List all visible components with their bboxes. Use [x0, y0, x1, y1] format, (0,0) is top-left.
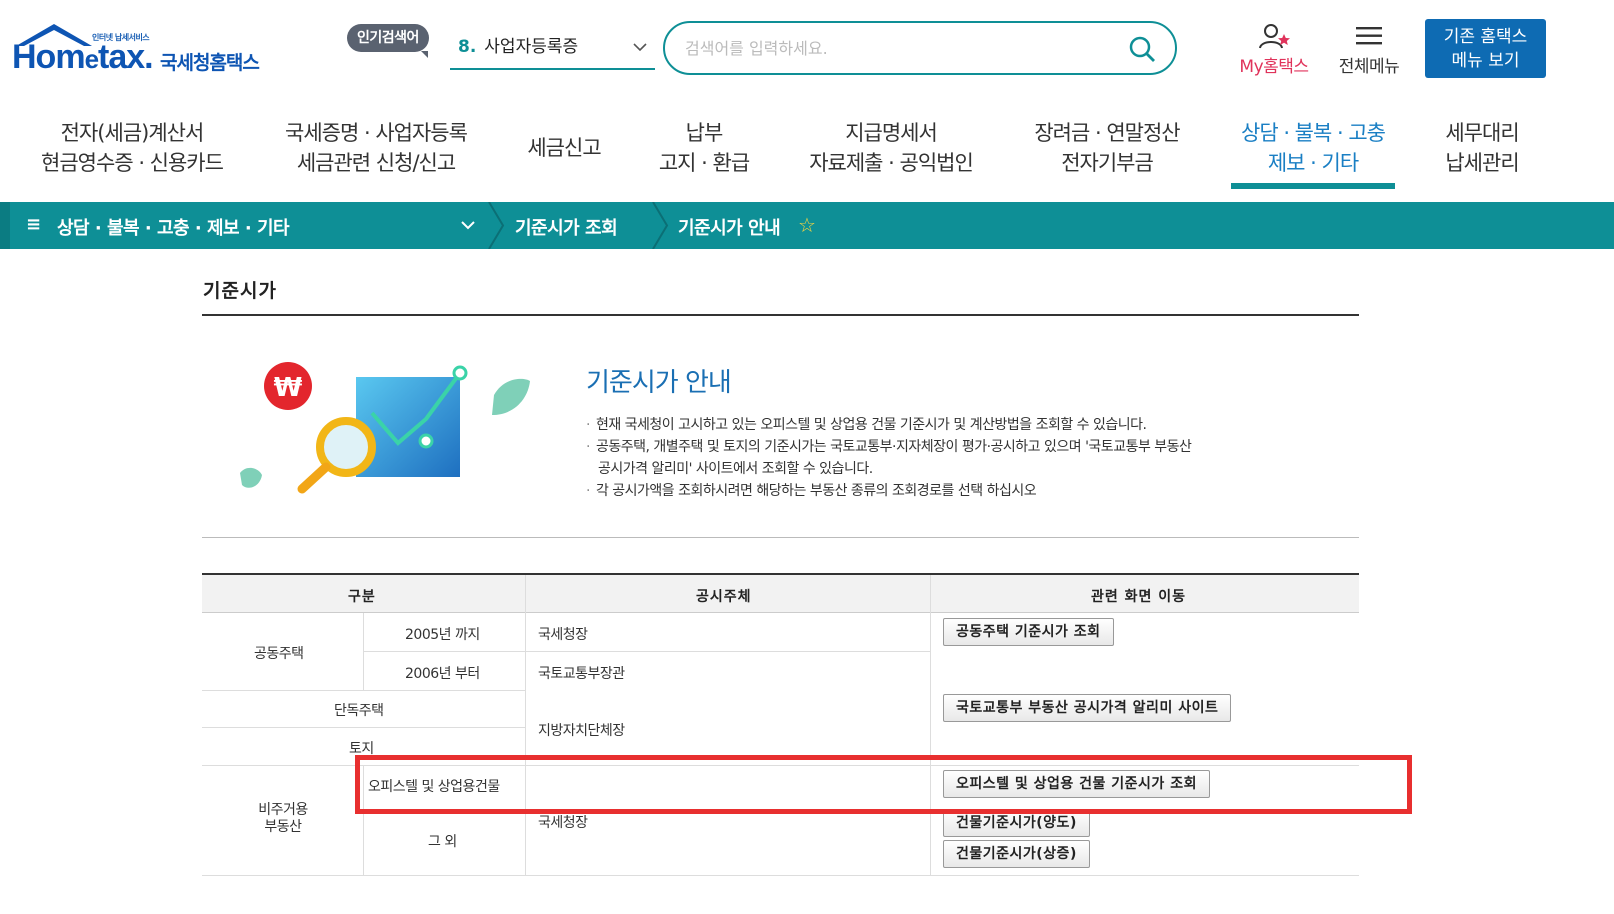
- all-menu-label: 전체메뉴: [1338, 57, 1400, 77]
- col-header-category: 구분: [348, 589, 376, 605]
- nav-certificate-registration[interactable]: 국세증명 · 사업자등록 세금관련 신청/신고: [278, 118, 474, 178]
- star-icon[interactable]: ☆: [798, 213, 816, 237]
- cell-authority-local: 지방자치단체장: [538, 723, 625, 739]
- cell-others: 그 외: [428, 834, 457, 850]
- cell-apartment: 공동주택: [254, 646, 304, 662]
- row-divider: [202, 690, 525, 691]
- popular-keyword-text: 사업자등록증: [484, 37, 579, 57]
- apartment-price-button[interactable]: 공동주택 기준시가 조회: [943, 618, 1114, 646]
- col-header-link: 관련 화면 이동: [1091, 589, 1187, 605]
- info-title: 기준시가 안내: [586, 368, 732, 398]
- nav-e-invoice[interactable]: 전자(세금)계산서 현금영수증 · 신용카드: [36, 118, 228, 178]
- chevron-down-icon: [633, 43, 647, 52]
- search-box: [663, 21, 1177, 75]
- my-hometax-link[interactable]: My홈택스: [1232, 20, 1316, 80]
- breadcrumb-level3[interactable]: 기준시가 안내: [678, 214, 781, 240]
- popular-search-badge: 인기검색어: [347, 24, 429, 58]
- title-divider: [202, 314, 1359, 316]
- popular-keyword-rank: 8.: [458, 37, 477, 57]
- breadcrumb: ≡ 상담 · 불복 · 고충 · 제보 · 기타 기준시가 조회 기준시가 안내…: [0, 202, 1614, 249]
- col-divider: [363, 766, 364, 876]
- row-divider: [202, 727, 525, 728]
- breadcrumb-level2[interactable]: 기준시가 조회: [515, 214, 618, 240]
- old-menu-line1: 기존 홈택스: [1443, 27, 1528, 47]
- all-menu-link[interactable]: 전체메뉴: [1332, 20, 1406, 80]
- hometax-logo[interactable]: 인터넷 납세서비스 Hometax. 국세청홈택스: [12, 20, 282, 82]
- nav-tax-agent[interactable]: 세무대리 납세관리: [1438, 118, 1526, 178]
- col-divider: [525, 575, 526, 875]
- nav-incentive-yearend[interactable]: 장려금 · 연말정산 전자기부금: [1026, 118, 1188, 178]
- cell-land: 토지: [349, 741, 374, 757]
- cell-detached-house: 단독주택: [334, 703, 384, 719]
- nav-payment[interactable]: 납부 고지 · 환급: [652, 118, 756, 178]
- col-divider: [930, 575, 931, 875]
- chevron-down-icon[interactable]: [459, 214, 477, 236]
- cell-authority-nts: 국세청장: [538, 627, 588, 643]
- row-divider: [202, 875, 1359, 876]
- building-price-transfer-button[interactable]: 건물기준시가(양도): [943, 809, 1090, 837]
- cell-authority-molit: 국토교통부장관: [538, 666, 625, 682]
- row-divider: [363, 651, 930, 652]
- info-item: · 공동주택, 개별주택 및 토지의 기준시가는 국토교통부·지자체장이 평가·공…: [586, 439, 1192, 455]
- nav-payment-statement[interactable]: 지급명세서 자료제출 · 공익법인: [802, 118, 980, 178]
- old-menu-line2: 메뉴 보기: [1451, 51, 1520, 71]
- cell-apt-until-2005: 2005년 까지: [405, 627, 480, 643]
- nav-active-indicator: [1231, 183, 1395, 189]
- info-item: · 각 공시가액을 조회하시려면 해당하는 부동산 종류의 조회경로를 선택 하십…: [586, 483, 1037, 499]
- cell-authority-nts-2: 국세청장: [538, 815, 588, 831]
- breadcrumb-separator: [488, 202, 505, 249]
- breadcrumb-separator: [652, 202, 669, 249]
- cell-nonresidential: 비주거용 부동산: [258, 802, 308, 835]
- breadcrumb-level1[interactable]: 상담 · 불복 · 고충 · 제보 · 기타: [57, 214, 290, 240]
- logo-wordmark: Hometax.: [12, 38, 154, 76]
- search-input[interactable]: [685, 35, 1115, 61]
- header: 인터넷 납세서비스 Hometax. 국세청홈택스 인기검색어 8. 사업자등록증…: [0, 0, 1614, 100]
- building-price-inheritance-button[interactable]: 건물기준시가(상증): [943, 840, 1090, 868]
- nav-consultation[interactable]: 상담 · 불복 · 고충 제보 · 기타: [1233, 118, 1393, 178]
- breadcrumb-edge: [0, 202, 10, 249]
- cell-officetel: 오피스텔 및 상업용건물: [368, 779, 500, 795]
- highlight-annotation: [355, 755, 1412, 814]
- menu-icon[interactable]: ≡: [26, 214, 41, 235]
- won-icon: ₩: [274, 373, 303, 403]
- chart-magnifier-illustration: ₩: [240, 362, 530, 494]
- molit-realty-site-button[interactable]: 국토교통부 부동산 공시가격 알리미 사이트: [943, 694, 1232, 722]
- my-hometax-label: My홈택스: [1239, 57, 1309, 77]
- cell-apt-from-2006: 2006년 부터: [405, 666, 480, 682]
- officetel-commercial-price-button[interactable]: 오피스텔 및 상업용 건물 기준시가 조회: [943, 770, 1210, 798]
- search-icon[interactable]: [1127, 34, 1157, 64]
- logo-korean-name: 국세청홈택스: [160, 52, 260, 74]
- col-header-authority: 공시주체: [696, 589, 752, 605]
- info-item-continued: 공시가격 알리미' 사이트에서 조회할 수 있습니다.: [598, 461, 873, 477]
- nav-tax-filing[interactable]: 세금신고: [522, 133, 606, 163]
- popular-keyword-dropdown[interactable]: 8. 사업자등록증: [450, 34, 655, 70]
- info-divider: [202, 537, 1359, 538]
- info-list: · 현재 국세청이 고시하고 있는 오피스텔 및 상업용 건물 기준시가 및 계산…: [586, 414, 1326, 502]
- old-hometax-menu-button[interactable]: 기존 홈택스 메뉴 보기: [1425, 19, 1546, 78]
- info-item: · 현재 국세청이 고시하고 있는 오피스텔 및 상업용 건물 기준시가 및 계산…: [586, 417, 1147, 433]
- row-divider: [202, 765, 1359, 766]
- page-title: 기준시가: [203, 280, 277, 302]
- hamburger-icon: [1356, 27, 1382, 45]
- user-star-icon: [1259, 24, 1290, 49]
